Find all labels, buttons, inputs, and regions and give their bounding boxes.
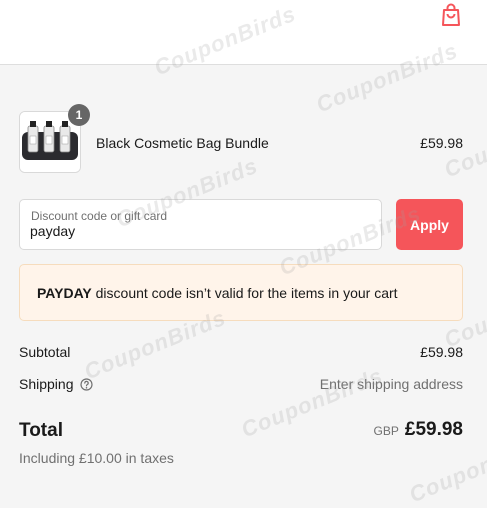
total-label: Total [19,420,63,441]
product-price: £59.98 [420,135,463,151]
error-message: PAYDAY discount code isn’t valid for the… [37,285,398,301]
subtotal-value: £59.98 [420,344,463,360]
shipping-label: Shipping [19,376,74,392]
cart-line-item: 1 Black Cosmetic Bag Bundle £59.98 [19,104,463,175]
shipping-row: Shipping [19,376,93,394]
apply-button[interactable]: Apply [396,199,463,250]
discount-field-label: Discount code or gift card [31,209,168,223]
currency-code: GBP [373,424,399,438]
error-message-text: discount code isn’t valid for the items … [91,285,398,301]
quantity-badge: 1 [68,104,90,126]
discount-input[interactable] [30,223,360,239]
discount-field[interactable]: Discount code or gift card [19,199,382,250]
shopping-bag-icon [442,3,460,26]
product-name: Black Cosmetic Bag Bundle [96,135,269,151]
help-circle-icon[interactable] [79,378,93,394]
discount-error-banner: PAYDAY discount code isn’t valid for the… [19,264,463,321]
subtotal-label: Subtotal [19,344,71,360]
cart-button[interactable] [439,2,463,28]
watermark: CouponBirds [237,362,387,443]
header [0,0,487,65]
total-value: GBP £59.98 [374,419,463,441]
shipping-value: Enter shipping address [319,376,463,392]
total-amount: £59.98 [404,419,463,440]
error-code: PAYDAY [37,285,92,301]
taxes-note: Including £10.00 in taxes [19,450,174,466]
